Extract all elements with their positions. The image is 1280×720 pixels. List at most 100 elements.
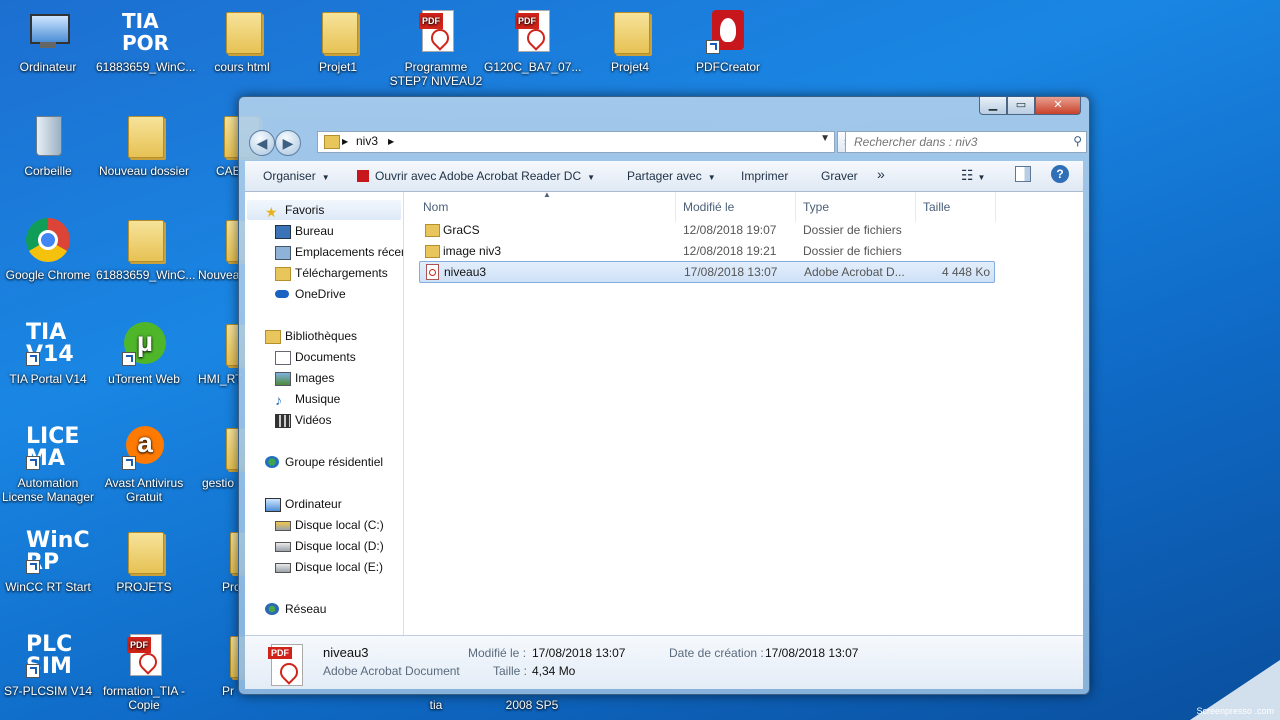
folder-icon [218, 8, 266, 56]
details-modified-value: 17/08/2018 13:07 [532, 646, 626, 660]
nav-item-label: Disque local (D:) [295, 539, 384, 553]
share-button[interactable]: Partager avec ▼ [627, 169, 716, 183]
organize-button[interactable]: Organiser ▼ [263, 169, 330, 183]
column-divider [675, 192, 676, 222]
nav-item-label: Disque local (E:) [295, 560, 384, 574]
desktop-icon-formation-tia[interactable]: formation_TIA - Copie [96, 632, 192, 712]
address-bar[interactable]: ▶ niv3 ▶ ▼ [317, 131, 835, 153]
pdfcreator-icon [704, 8, 752, 56]
address-dropdown-icon[interactable]: ▼ [820, 133, 830, 144]
breadcrumb-arrow-icon[interactable]: ▶ [342, 137, 348, 146]
view-options-icon[interactable]: ☷ ▼ [961, 167, 985, 184]
desktop-icon-license-manager[interactable]: LICE MA Automation License Manager [0, 424, 96, 505]
desktop-icon-programme-step7[interactable]: Programme STEP7 NIVEAU2 [388, 8, 484, 88]
file-date: 17/08/2018 13:07 [684, 265, 778, 279]
downloads-folder-icon [275, 267, 291, 281]
desktop-icon-pdfcreator[interactable]: PDFCreator [680, 8, 776, 74]
maximize-button[interactable]: ▭ [1007, 97, 1035, 115]
network-icon [265, 603, 279, 615]
drive-icon [275, 521, 291, 531]
breadcrumb-arrow-icon[interactable]: ▶ [388, 137, 394, 146]
desktop-icon-wincc[interactable]: WinC RP WinCC RT Start [0, 528, 96, 595]
breadcrumb-niv3[interactable]: niv3 [356, 134, 378, 148]
burn-button[interactable]: Graver [821, 169, 858, 183]
desktop-icon-tia-portal[interactable]: TIA V14 TIA Portal V14 [0, 320, 96, 387]
desktop-icon-nouveau-dossier[interactable]: Nouveau dossier [96, 112, 192, 178]
column-header-size[interactable]: Taille [923, 200, 950, 214]
desktop-icon-utorrent[interactable]: µ uTorrent Web [96, 320, 192, 386]
drive-icon [275, 563, 291, 573]
window-controls: ▁ ▭ ✕ [979, 97, 1081, 115]
back-arrow-icon[interactable]: ◀ [249, 130, 275, 156]
explorer-window[interactable]: ▁ ▭ ✕ ◀ ▶ ▶ niv3 ▶ ▼ ⇆ ⚲ Organiser ▼ Ouvr… [238, 96, 1090, 695]
homegroup-icon [265, 456, 279, 468]
file-type: Adobe Acrobat D... [804, 265, 905, 279]
desktop-icon-projet1[interactable]: Projet1 [290, 8, 386, 74]
desktop-icon-chrome[interactable]: Google Chrome [0, 216, 96, 282]
search-icon: ⚲ [1073, 134, 1082, 148]
column-header-name[interactable]: Nom [423, 200, 448, 214]
column-header-modified[interactable]: Modifié le [683, 200, 734, 214]
wincc-icon: WinC RP [26, 528, 90, 575]
folder-icon [120, 528, 168, 576]
pdf-file-icon [426, 264, 439, 280]
file-size: 4 448 Ko [941, 265, 990, 279]
desktop-icon-plcsim[interactable]: PLC SIM S7-PLCSIM V14 [0, 632, 96, 699]
help-icon[interactable]: ? [1051, 165, 1069, 183]
nav-network-label: Réseau [285, 602, 327, 616]
desktop-icon-cours-html[interactable]: cours html [194, 8, 290, 74]
close-button[interactable]: ✕ [1035, 97, 1081, 115]
minimize-button[interactable]: ▁ [979, 97, 1007, 115]
search-box[interactable]: ⚲ [845, 131, 1087, 153]
desktop-icon-corbeille[interactable]: Corbeille [0, 112, 96, 178]
desktop-icon-label: Avast Antivirus Gratuit [104, 476, 184, 504]
recent-places-icon [275, 246, 291, 260]
desktop-icon-label: PDFCreator [695, 60, 760, 74]
file-date: 12/08/2018 19:07 [683, 223, 777, 237]
details-created-value: 17/08/2018 13:07 [765, 646, 859, 660]
nav-item-label: Téléchargements [295, 266, 388, 280]
pdf-icon [508, 8, 556, 56]
chevron-down-icon: ▼ [707, 173, 716, 182]
desktop-icon-projets[interactable]: PROJETS [96, 528, 192, 594]
desktop-icon-label: cours html [214, 60, 270, 74]
forward-arrow-icon[interactable]: ▶ [275, 130, 301, 156]
desktop-icon [275, 225, 291, 239]
open-with-button[interactable]: Ouvrir avec Adobe Acrobat Reader DC ▼ [357, 169, 595, 183]
star-icon: ★ [265, 204, 278, 220]
file-date: 12/08/2018 19:21 [683, 244, 777, 258]
nav-item-label: Documents [295, 350, 356, 364]
column-header-type[interactable]: Type [803, 200, 829, 214]
details-modified-label: Modifié le : [468, 646, 527, 660]
file-row-image-niv3[interactable]: image niv3 12/08/2018 19:21 Dossier de f… [419, 241, 993, 261]
folder-icon [425, 224, 440, 237]
column-divider [795, 192, 796, 222]
pdf-icon [120, 632, 168, 680]
desktop-icon-avast[interactable]: a Avast Antivirus Gratuit [96, 424, 192, 504]
nav-item-label: Vidéos [295, 413, 332, 427]
desktop-icon-ordinateur[interactable]: Ordinateur [0, 8, 96, 74]
music-note-icon: ♪ [275, 392, 282, 408]
desktop-icon-label: PROJETS [116, 580, 172, 594]
explorer-content: ★ Favoris Bureau Emplacements récer Télé… [245, 190, 1083, 635]
file-row-gracs[interactable]: GraCS 12/08/2018 19:07 Dossier de fichie… [419, 220, 993, 240]
search-input[interactable] [852, 132, 1066, 152]
library-icon [265, 330, 281, 344]
desktop-icon-g120c[interactable]: G120C_BA7_07... [484, 8, 581, 74]
file-row-niveau3[interactable]: niveau3 17/08/2018 13:07 Adobe Acrobat D… [419, 261, 995, 283]
print-button[interactable]: Imprimer [741, 169, 788, 183]
file-list: Nom ▲ Modifié le Type Taille GraCS 12/08… [405, 190, 1083, 635]
tia-portal-icon: TIA V14 [26, 320, 74, 367]
desktop-icon-tia-archive[interactable]: TIA POR 61883659_WinC... [96, 8, 195, 74]
screenpresso-watermark: Screenpresso .com [1196, 706, 1274, 716]
preview-pane-icon[interactable] [1015, 166, 1031, 182]
nav-favorites-label: Favoris [285, 203, 325, 217]
desktop-icon-label: uTorrent Web [108, 372, 180, 386]
more-commands-button[interactable]: » [877, 166, 885, 182]
open-with-label: Ouvrir avec Adobe Acrobat Reader DC [375, 169, 582, 183]
desktop-icon-tia-folder[interactable]: 61883659_WinC... [96, 216, 195, 282]
desktop-icon-label: WinCC RT Start [5, 580, 91, 594]
desktop-icon-projet4[interactable]: Projet4 [582, 8, 678, 74]
nav-item-label: OneDrive [295, 287, 346, 301]
chevron-down-icon: ▼ [587, 173, 596, 182]
